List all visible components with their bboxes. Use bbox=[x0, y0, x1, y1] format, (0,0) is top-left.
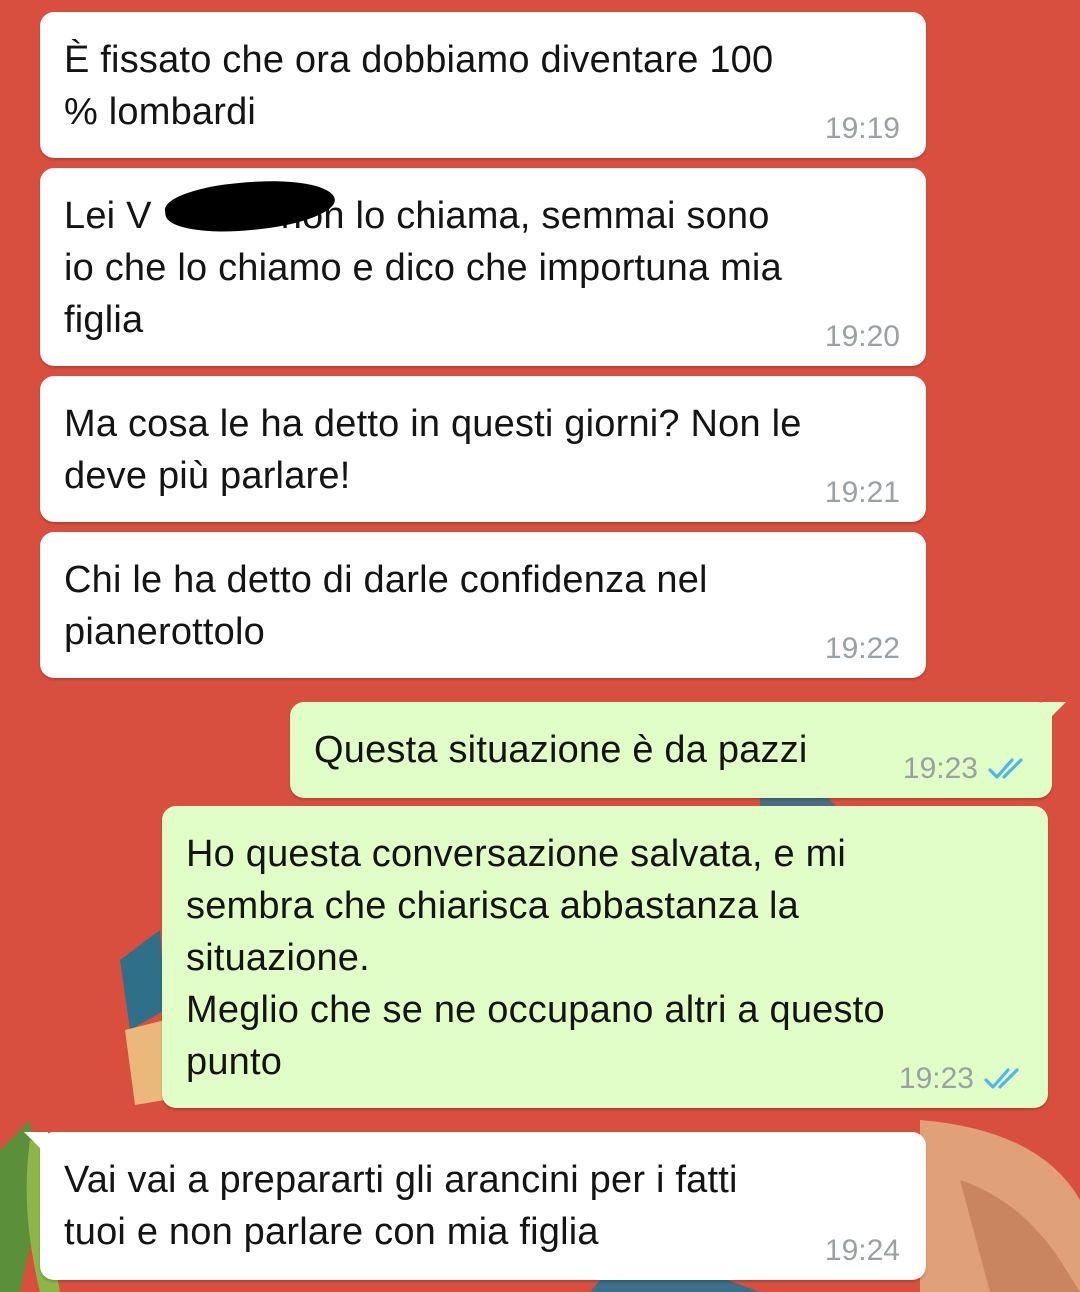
message-time: 19:22 bbox=[824, 632, 900, 665]
bubble-tail bbox=[24, 1132, 48, 1156]
message-text: Ho questa conversazione salvata, e mi se… bbox=[186, 833, 885, 1083]
double-check-icon bbox=[988, 758, 1023, 779]
message-time: 19:19 bbox=[824, 112, 900, 145]
message-list[interactable]: È fissato che ora dobbiamo diventare 100… bbox=[0, 0, 1080, 1292]
outgoing-message[interactable]: Questa situazione è da pazzi 19:23 bbox=[290, 702, 1066, 798]
message-time: 19:24 bbox=[824, 1234, 900, 1267]
incoming-message[interactable]: Lei V non lo chiama, semmai sono io che … bbox=[40, 168, 926, 366]
incoming-message[interactable]: Chi le ha detto di darle confidenza nel … bbox=[40, 532, 926, 678]
message-time: 19:21 bbox=[824, 476, 900, 509]
message-time: 19:23 bbox=[902, 752, 978, 785]
message-text: È fissato che ora dobbiamo diventare 100… bbox=[64, 39, 774, 133]
message-text: Vai vai a prepararti gli arancini per i … bbox=[64, 1159, 738, 1253]
incoming-message[interactable]: Ma cosa le ha detto in questi giorni? No… bbox=[40, 376, 926, 522]
incoming-message[interactable]: Vai vai a prepararti gli arancini per i … bbox=[24, 1132, 926, 1280]
incoming-message[interactable]: È fissato che ora dobbiamo diventare 100… bbox=[40, 12, 926, 158]
message-time: 19:20 bbox=[824, 320, 900, 353]
message-text: Chi le ha detto di darle confidenza nel … bbox=[64, 559, 708, 653]
message-time: 19:23 bbox=[898, 1062, 974, 1095]
bubble-tail bbox=[1042, 702, 1066, 726]
outgoing-message[interactable]: Ho questa conversazione salvata, e mi se… bbox=[162, 806, 1048, 1108]
double-check-icon bbox=[984, 1068, 1019, 1089]
message-text: Ma cosa le ha detto in questi giorni? No… bbox=[64, 403, 802, 497]
